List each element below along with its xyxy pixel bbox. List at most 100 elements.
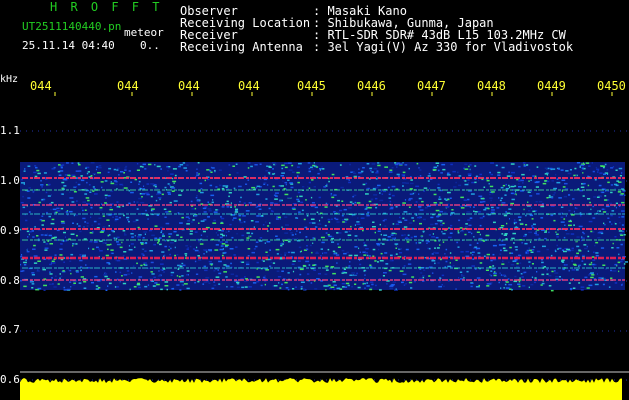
noise-speck bbox=[389, 287, 394, 290]
noise-speck bbox=[75, 243, 78, 245]
noise-speck bbox=[416, 162, 419, 165]
noise-speck bbox=[474, 181, 477, 184]
noise-speck bbox=[69, 191, 71, 193]
noise-speck bbox=[584, 247, 588, 250]
noise-speck bbox=[250, 165, 253, 168]
noise-speck bbox=[574, 167, 577, 170]
noise-speck bbox=[352, 195, 355, 198]
noise-speck bbox=[116, 286, 119, 288]
noise-speck bbox=[310, 218, 315, 220]
noise-speck bbox=[164, 281, 169, 283]
noise-speck bbox=[211, 201, 214, 204]
noise-speck bbox=[327, 234, 330, 236]
noise-speck bbox=[491, 206, 494, 209]
noise-speck bbox=[390, 254, 393, 257]
noise-speck bbox=[382, 275, 385, 277]
noise-speck bbox=[467, 198, 470, 201]
noise-speck bbox=[154, 187, 159, 190]
noise-speck bbox=[333, 288, 336, 291]
noise-speck bbox=[569, 169, 572, 171]
noise-speck bbox=[59, 248, 63, 250]
noise-speck bbox=[161, 193, 164, 196]
noise-speck bbox=[267, 225, 270, 227]
noise-speck bbox=[63, 231, 66, 234]
noise-speck bbox=[259, 163, 262, 165]
noise-speck bbox=[167, 191, 171, 194]
noise-speck bbox=[219, 236, 223, 239]
noise-speck bbox=[210, 264, 213, 266]
noise-speck bbox=[165, 211, 169, 213]
noise-speck bbox=[608, 286, 611, 288]
noise-speck bbox=[287, 288, 290, 291]
noise-speck bbox=[22, 206, 26, 209]
noise-speck bbox=[123, 251, 127, 253]
noise-speck bbox=[347, 234, 352, 236]
noise-speck bbox=[379, 289, 382, 291]
noise-speck bbox=[491, 209, 495, 211]
noise-speck bbox=[287, 240, 291, 243]
noise-speck bbox=[86, 225, 89, 227]
noise-speck bbox=[104, 194, 108, 197]
noise-speck bbox=[177, 268, 180, 270]
noise-speck bbox=[139, 188, 142, 190]
noise-speck bbox=[588, 274, 592, 276]
noise-speck bbox=[102, 242, 107, 244]
noise-speck bbox=[337, 199, 340, 202]
noise-speck bbox=[213, 270, 216, 272]
noise-speck bbox=[105, 289, 108, 291]
noise-speck bbox=[490, 259, 493, 262]
noise-speck bbox=[415, 185, 420, 188]
noise-speck bbox=[255, 221, 259, 223]
noise-speck bbox=[365, 208, 368, 210]
noise-speck bbox=[160, 263, 164, 265]
noise-speck bbox=[221, 254, 224, 257]
noise-speck bbox=[128, 170, 131, 172]
noise-speck bbox=[523, 271, 527, 274]
noise-speck bbox=[300, 250, 302, 253]
noise-speck bbox=[139, 165, 143, 168]
noise-speck bbox=[98, 217, 102, 219]
noise-speck bbox=[351, 286, 353, 288]
noise-speck bbox=[395, 206, 398, 208]
noise-speck bbox=[262, 276, 266, 279]
noise-speck bbox=[310, 282, 313, 284]
noise-speck bbox=[388, 171, 393, 173]
noise-speck bbox=[109, 234, 111, 236]
noise-speck bbox=[466, 270, 469, 273]
noise-speck bbox=[402, 202, 406, 204]
noise-speck bbox=[95, 288, 99, 290]
noise-speck bbox=[599, 195, 602, 198]
noise-speck bbox=[53, 286, 57, 288]
noise-speck bbox=[528, 247, 530, 249]
noise-speck bbox=[150, 183, 155, 185]
noise-speck bbox=[176, 275, 179, 277]
noise-speck bbox=[121, 241, 123, 244]
noise-speck bbox=[345, 282, 350, 285]
noise-speck bbox=[251, 251, 255, 254]
noise-speck bbox=[452, 265, 455, 267]
noise-speck bbox=[516, 266, 520, 268]
noise-speck bbox=[488, 283, 492, 285]
noise-speck bbox=[378, 245, 380, 247]
antenna-value: : 3el Yagi(V) Az 330 for Vladivostok bbox=[313, 40, 574, 54]
noise-speck bbox=[613, 183, 618, 186]
noise-speck bbox=[256, 268, 258, 270]
noise-speck bbox=[366, 187, 368, 190]
noise-speck bbox=[198, 251, 200, 253]
noise-speck bbox=[336, 221, 340, 223]
noise-speck bbox=[458, 175, 462, 177]
noise-speck bbox=[594, 179, 597, 181]
noise-speck bbox=[490, 270, 493, 272]
noise-speck bbox=[591, 162, 593, 164]
noise-speck bbox=[440, 221, 442, 223]
noise-speck bbox=[261, 259, 263, 261]
noise-speck bbox=[23, 183, 25, 185]
noise-speck bbox=[101, 203, 103, 205]
noise-speck bbox=[69, 260, 72, 262]
noise-speck bbox=[328, 221, 331, 223]
noise-speck bbox=[265, 251, 268, 253]
noise-speck bbox=[501, 202, 506, 204]
noise-speck bbox=[473, 236, 475, 238]
noise-speck bbox=[130, 243, 134, 245]
noise-speck bbox=[587, 250, 590, 252]
